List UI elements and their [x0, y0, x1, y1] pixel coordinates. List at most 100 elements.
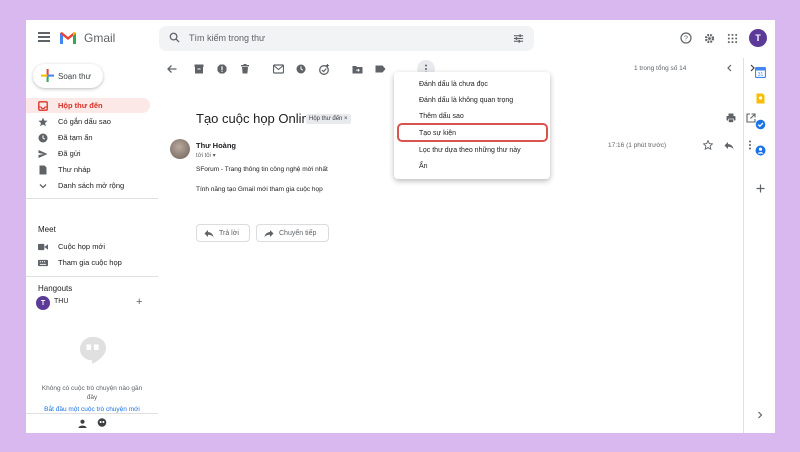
send-icon: [38, 149, 48, 159]
menu-icon[interactable]: [38, 32, 50, 42]
report-spam-icon[interactable]: [215, 62, 229, 76]
sidebar-item-label: Cuộc họp mới: [58, 242, 106, 251]
hangouts-start-link[interactable]: Bắt đầu một cuộc trò chuyện mới: [26, 406, 158, 413]
menu-item-label: Lọc thư dựa theo những thư này: [419, 147, 521, 154]
add-icon[interactable]: +: [136, 296, 142, 308]
sender-name[interactable]: Thư Hoàng: [196, 141, 236, 150]
compose-button[interactable]: Soạn thư: [33, 64, 103, 88]
sidebar-item-sent[interactable]: Đã gửi: [26, 146, 150, 161]
contacts-icon[interactable]: [753, 143, 767, 157]
chevron-left-icon[interactable]: [722, 61, 736, 75]
calendar-icon[interactable]: 31: [753, 65, 767, 79]
archive-icon[interactable]: [192, 62, 206, 76]
sidebar: Soạn thư Hộp thư đến Có gắn dấu sao Đã t…: [26, 58, 158, 433]
settings-icon[interactable]: [702, 31, 716, 45]
person-icon[interactable]: [78, 419, 87, 428]
highlight-box: [397, 123, 548, 142]
sidebar-item-label: Tham gia cuộc họp: [58, 258, 122, 267]
clock-icon: [38, 133, 48, 143]
compose-label: Soạn thư: [58, 72, 91, 81]
reply-label: Trả lời: [219, 230, 239, 237]
sidebar-item-more[interactable]: Danh sách mở rộng: [26, 178, 150, 193]
menu-item-mute[interactable]: Ẩn: [394, 160, 550, 174]
meet-title: Meet: [38, 225, 56, 234]
sidebar-item-snoozed[interactable]: Đã tạm ẩn: [26, 130, 150, 145]
menu-item-label: Thêm dấu sao: [419, 113, 464, 120]
menu-item-label: Đánh dấu là không quan trọng: [419, 97, 514, 104]
help-icon[interactable]: ?: [679, 31, 693, 45]
video-icon: [38, 242, 48, 252]
move-to-icon[interactable]: [350, 62, 364, 76]
hangouts-icon[interactable]: [97, 418, 107, 428]
keep-icon[interactable]: [753, 91, 767, 105]
mark-unread-icon[interactable]: [271, 62, 285, 76]
snooze-icon[interactable]: [294, 62, 308, 76]
add-task-icon[interactable]: [317, 62, 331, 76]
search-bar[interactable]: Tìm kiếm trong thư: [159, 26, 534, 51]
sidebar-item-label: Đã tạm ẩn: [58, 133, 93, 142]
menu-item-mark-unread[interactable]: Đánh dấu là chưa đọc: [394, 78, 550, 92]
expand-icon[interactable]: [753, 408, 767, 422]
menu-item-label: Đánh dấu là chưa đọc: [419, 81, 488, 88]
gmail-window: Gmail Tìm kiếm trong thư ? T Soạn thư Hộ…: [26, 20, 775, 433]
menu-item-mark-not-important[interactable]: Đánh dấu là không quan trọng: [394, 94, 550, 108]
search-input[interactable]: Tìm kiếm trong thư: [189, 33, 265, 43]
divider: [26, 198, 158, 199]
hangouts-title: Hangouts: [38, 284, 73, 293]
email-body-line: SForum - Trang thông tin công nghệ mới n…: [196, 166, 328, 173]
chevron-down-icon: [38, 181, 48, 191]
search-icon[interactable]: [169, 32, 180, 43]
apps-icon[interactable]: [725, 31, 739, 45]
label-icon[interactable]: [373, 62, 387, 76]
add-icon[interactable]: [753, 181, 767, 195]
forward-icon: [264, 230, 274, 238]
sidebar-item-label: Có gắn dấu sao: [58, 117, 111, 126]
account-avatar[interactable]: T: [749, 29, 767, 47]
menu-item-filter-messages[interactable]: Lọc thư dựa theo những thư này: [394, 144, 550, 158]
star-icon[interactable]: [702, 139, 714, 151]
sidebar-item-starred[interactable]: Có gắn dấu sao: [26, 114, 150, 129]
inbox-icon: [38, 101, 48, 111]
top-bar: Gmail Tìm kiếm trong thư ? T: [26, 20, 775, 58]
sender-avatar[interactable]: [170, 139, 190, 159]
divider: [26, 276, 158, 277]
sidebar-item-label: Đã gửi: [58, 149, 81, 158]
tasks-icon[interactable]: [753, 117, 767, 131]
plus-icon: [41, 69, 54, 82]
hangouts-empty-text: Không có cuộc trò chuyện nào gần đây: [41, 385, 143, 401]
more-options-menu: Đánh dấu là chưa đọc Đánh dấu là không q…: [394, 72, 550, 179]
svg-text:?: ?: [684, 36, 688, 43]
sidebar-item-label: Hộp thư đến: [58, 101, 103, 110]
menu-item-add-star[interactable]: Thêm dấu sao: [394, 110, 550, 124]
sidebar-item-label: Danh sách mở rộng: [58, 181, 125, 190]
sidebar-item-inbox[interactable]: Hộp thư đến: [26, 98, 150, 113]
forward-button[interactable]: Chuyển tiếp: [256, 224, 329, 242]
reply-button[interactable]: Trả lời: [196, 224, 250, 242]
email-timestamp: 17:16 (1 phút trước): [608, 142, 667, 149]
sidebar-item-drafts[interactable]: Thư nháp: [26, 162, 150, 177]
sidebar-item-new-meeting[interactable]: Cuộc họp mới: [26, 239, 150, 254]
menu-item-label: Ẩn: [419, 163, 428, 170]
keyboard-icon: [38, 258, 48, 268]
email-subject: Tạo cuộc họp Online: [196, 111, 316, 126]
sidebar-item-join-meeting[interactable]: Tham gia cuộc họp: [26, 255, 150, 270]
avatar: T: [36, 296, 50, 310]
back-arrow-icon[interactable]: [165, 62, 179, 76]
pagination-text: 1 trong tổng số 14: [634, 65, 687, 72]
inbox-label-chip[interactable]: Hộp thư đến ×: [306, 114, 351, 124]
sidebar-bottom-bar: [26, 413, 158, 433]
hangouts-user-name: THU: [54, 298, 69, 305]
star-icon: [38, 117, 48, 127]
svg-text:31: 31: [757, 72, 763, 78]
tune-icon[interactable]: [513, 33, 524, 44]
brand-name: Gmail: [84, 31, 116, 45]
recipient-details[interactable]: tới tôi ▾: [196, 152, 216, 159]
reply-icon: [204, 230, 214, 238]
gmail-logo-icon[interactable]: [59, 31, 77, 45]
print-icon[interactable]: [725, 112, 737, 124]
hangouts-bubble-icon: [79, 336, 107, 364]
draft-icon: [38, 165, 48, 175]
reply-icon[interactable]: [723, 139, 735, 151]
delete-icon[interactable]: [238, 62, 252, 76]
email-body-line: Tính năng tạo Gmail mới tham gia cuộc họ…: [196, 186, 323, 193]
